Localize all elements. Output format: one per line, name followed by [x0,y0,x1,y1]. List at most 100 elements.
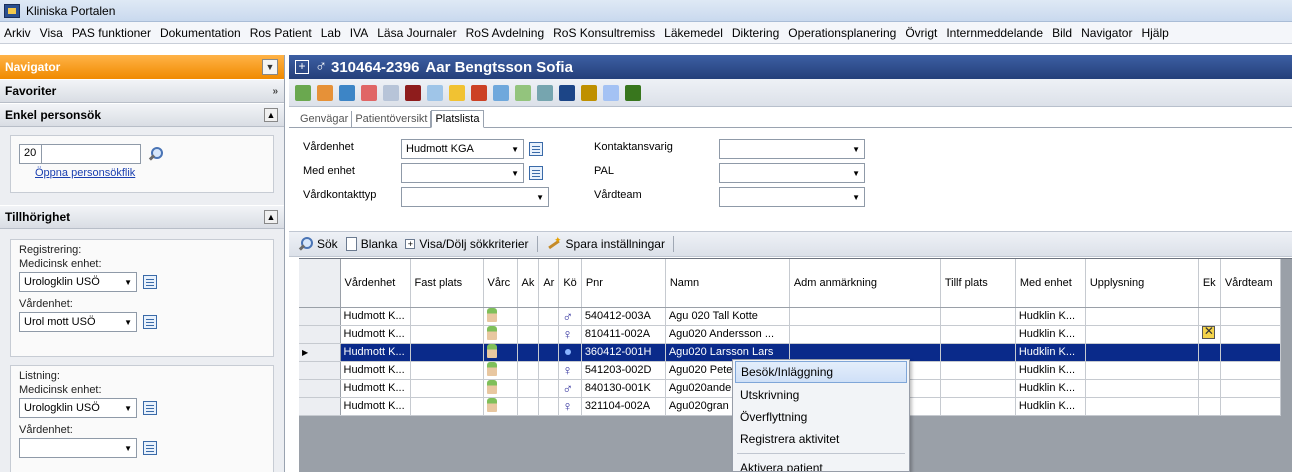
blanka-button[interactable]: Blanka [345,237,397,251]
image-icon[interactable] [427,84,443,101]
col-med-enhet[interactable]: Med enhet [1015,259,1086,308]
menu-internmeddelande[interactable]: Internmeddelande [946,26,1043,40]
visa-dolj-button[interactable]: + Visa/Dölj sökkriterier [405,236,538,252]
menu-lakemedel[interactable]: Läkemedel [664,26,723,40]
pal-select[interactable]: ▼ [719,163,865,183]
col-pnr[interactable]: Pnr [581,259,666,308]
personnummer-input[interactable] [41,144,141,164]
person-group-icon[interactable] [339,84,355,101]
list-icon[interactable] [383,84,399,101]
reg-med-enhet-select[interactable]: Urologklin USÖ ▼ [19,272,137,292]
exit-icon[interactable] [625,84,641,101]
blank-document-icon [345,237,357,251]
menu-diktering[interactable]: Diktering [732,26,779,40]
col-ak[interactable]: Ak [517,259,540,308]
menu-ros-konsultremiss[interactable]: RoS Konsultremiss [553,26,655,40]
menu-navigator[interactable]: Navigator [1081,26,1132,40]
person-icon[interactable] [317,84,333,101]
col-upplysning[interactable]: Upplysning [1085,259,1199,308]
person-alert-icon[interactable] [361,84,377,101]
list-vardenhet-label: Vårdenhet: [19,424,73,436]
row-header[interactable] [299,397,341,416]
row-header[interactable] [299,361,341,380]
list-picker-icon[interactable] [143,275,157,289]
menu-visa[interactable]: Visa [40,26,63,40]
person-icon[interactable] [295,84,311,101]
list-picker-icon[interactable] [143,315,157,329]
table-edit-icon[interactable] [493,84,509,101]
menu-hjalp[interactable]: Hjälp [1141,26,1168,40]
row-header[interactable] [299,325,341,344]
menu-lasa-journaler[interactable]: Läsa Journaler [377,26,456,40]
tillhorighet-section[interactable]: Tillhörighet ▲ [0,205,284,229]
warning-flag-icon[interactable] [1201,325,1215,339]
col-ko[interactable]: Kö [558,259,582,308]
personnummer-prefix[interactable]: 20 [19,144,41,164]
menu-pas-funktioner[interactable]: PAS funktioner [72,26,151,40]
list-picker-icon[interactable] [143,401,157,415]
menu-item-aktivera-patient[interactable]: Aktivera patient [733,457,909,471]
col-ek[interactable]: Ek [1198,259,1221,308]
favoriter-section[interactable]: Favoriter » [0,79,284,103]
col-namn[interactable]: Namn [665,259,790,308]
search-icon[interactable] [147,146,163,162]
tab-genvagar[interactable]: Genvägar [297,111,353,127]
expand-chevron-icon[interactable]: » [272,86,278,97]
table-row[interactable]: Hudmott K... ♂ 540412-003A Agu 020 Tall … [299,307,1281,326]
menu-operationsplanering[interactable]: Operationsplanering [788,26,896,40]
list-med-enhet-select[interactable]: Urologklin USÖ ▼ [19,398,137,418]
sok-button[interactable]: Sök [297,236,338,252]
col-fast-plats[interactable]: Fast plats [410,259,484,308]
open-personsok-tab-link[interactable]: Öppna personsökflik [35,167,135,179]
list-picker-icon[interactable] [529,166,543,180]
chevron-down-icon[interactable]: ▼ [262,59,278,75]
table-icon[interactable] [471,84,487,101]
navigator-header[interactable]: Navigator ▼ [0,55,284,79]
reg-vardenhet-select[interactable]: Urol mott USÖ ▼ [19,312,137,332]
menu-bild[interactable]: Bild [1052,26,1072,40]
vardenhet-select[interactable]: Hudmott KGA ▼ [401,139,524,159]
table-row[interactable]: Hudmott K... ♀ 810411-002A Agu020 Anders… [299,325,1281,344]
menu-item-registrera-aktivitet[interactable]: Registrera aktivitet [733,428,909,450]
menu-ros-avdelning[interactable]: RoS Avdelning [466,26,545,40]
col-ar[interactable]: Ar [538,259,560,308]
menu-item-overflyttning[interactable]: Överflyttning [733,406,909,428]
refresh-icon[interactable] [603,84,619,101]
menu-ros-patient[interactable]: Ros Patient [250,26,312,40]
menu-lab[interactable]: Lab [321,26,341,40]
enkel-personsok-section[interactable]: Enkel personsök ▲ [0,103,284,127]
row-header[interactable]: ▶ [299,343,341,362]
menu-item-utskrivning[interactable]: Utskrivning [733,384,909,406]
document-icon[interactable] [537,84,553,101]
tab-platslista[interactable]: Platslista [431,110,484,128]
med-enhet-select[interactable]: ▼ [401,163,524,183]
expand-icon[interactable]: + [295,60,309,74]
menu-ovrigt[interactable]: Övrigt [905,26,937,40]
person-search-icon[interactable] [449,84,465,101]
collapse-icon[interactable]: ▲ [264,210,278,224]
list-picker-icon[interactable] [529,142,543,156]
key-icon[interactable] [581,84,597,101]
row-header[interactable] [299,307,341,326]
vri-icon[interactable] [405,84,421,101]
sparkle-icon[interactable] [515,84,531,101]
menu-iva[interactable]: IVA [350,26,368,40]
col-vard[interactable]: Vårc [483,259,518,308]
list-picker-icon[interactable] [143,441,157,455]
collapse-icon[interactable]: ▲ [264,108,278,122]
spara-installningar-button[interactable]: Spara inställningar [546,235,674,252]
menu-arkiv[interactable]: Arkiv [4,26,31,40]
vardkontakttyp-select[interactable]: ▼ [401,187,549,207]
list-vardenhet-select[interactable]: ▼ [19,438,137,458]
tab-patientoversikt[interactable]: Patientöversikt [352,111,432,127]
col-adm-anmarkning[interactable]: Adm anmärkning [789,259,941,308]
menu-item-besok-inlaggning[interactable]: Besök/Inläggning [735,361,907,383]
kontaktansvarig-select[interactable]: ▼ [719,139,865,159]
row-header[interactable] [299,379,341,398]
col-tillf-plats[interactable]: Tillf plats [940,259,1016,308]
monitor-icon[interactable] [559,84,575,101]
col-vardenhet[interactable]: Vårdenhet [340,259,411,308]
col-vardteam[interactable]: Vårdteam [1220,259,1281,308]
vardteam-select[interactable]: ▼ [719,187,865,207]
menu-dokumentation[interactable]: Dokumentation [160,26,241,40]
